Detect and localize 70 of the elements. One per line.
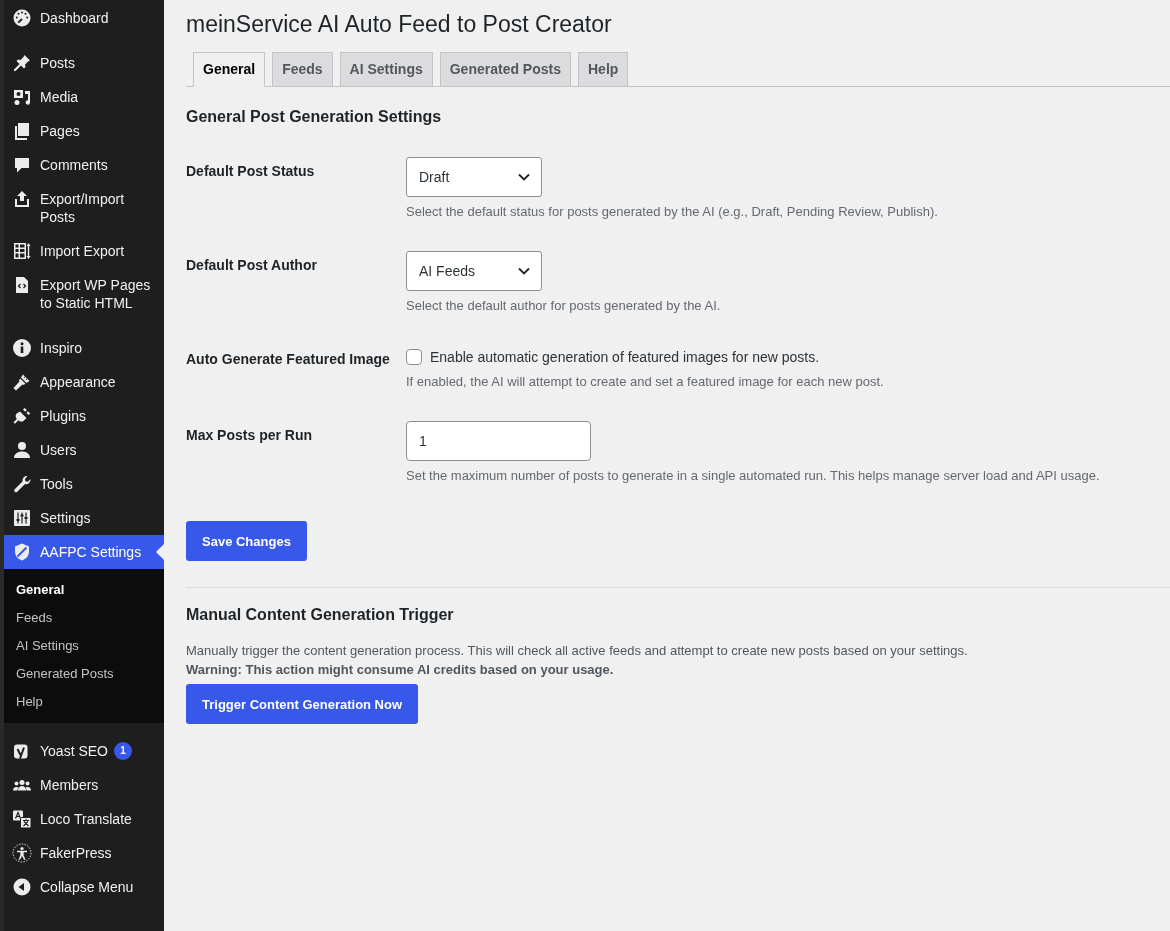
media-icon	[12, 87, 32, 107]
upload-icon	[12, 189, 32, 209]
user-icon	[12, 440, 32, 460]
tab[interactable]: General	[193, 52, 266, 87]
menu-item[interactable]: FakerPress	[4, 836, 164, 870]
gauge-icon	[12, 8, 32, 28]
dropdown[interactable]: AI Feeds	[406, 251, 542, 291]
checkbox-label[interactable]: Enable automatic generation of featured images for new posts.	[430, 348, 820, 366]
field-label: Auto Generate Featured Image	[186, 350, 391, 369]
trigger-generation-button[interactable]: Trigger Content Generation Now	[186, 684, 419, 724]
field-label: Default Post Author	[186, 256, 318, 275]
menu-item[interactable]: Inspiro	[4, 331, 164, 365]
dropdown[interactable]: Draft	[406, 157, 542, 197]
menu-item[interactable]: Members	[4, 768, 164, 802]
accessibility-icon	[12, 843, 32, 863]
paintbrush-icon	[12, 372, 32, 392]
tab[interactable]: Feeds	[272, 52, 333, 87]
menu-item[interactable]: Export WP Pages to Static HTML	[4, 268, 164, 320]
menu-item[interactable]: Yoast SEO 1	[4, 734, 164, 768]
chevron-down-icon	[518, 267, 530, 275]
info-icon	[12, 338, 32, 358]
field-description: If enabled, the AI will attempt to create and set a featured image for each new post.	[406, 373, 885, 391]
menu-item[interactable]: Posts	[4, 46, 164, 80]
menu-item[interactable]: Export/Import Posts	[4, 182, 164, 234]
menu-item[interactable]: Appearance	[4, 365, 164, 399]
menu-item[interactable]: Pages	[4, 114, 164, 148]
page-title: meinService AI Auto Feed to Post Creator	[186, 10, 613, 39]
field-description: Select the default status for posts generated by the AI (e.g., Draft, Pending Review, Publish).	[406, 203, 939, 221]
field-label: Max Posts per Run	[186, 426, 314, 445]
menu-item[interactable]: AAFPC Settings	[4, 535, 164, 569]
tab[interactable]: Generated Posts	[439, 52, 571, 87]
pages-icon	[12, 121, 32, 141]
checkbox[interactable]	[406, 349, 422, 365]
menu-item[interactable]: Import Export	[4, 234, 164, 268]
submenu-item[interactable]: Help	[4, 688, 164, 716]
menu-item[interactable]: Tools	[4, 467, 164, 501]
section-heading: General Post Generation Settings	[186, 107, 443, 127]
submenu-item[interactable]: Generated Posts	[4, 660, 164, 688]
menu-item[interactable]: Comments	[4, 148, 164, 182]
section-heading: Manual Content Generation Trigger	[186, 605, 455, 625]
shield-icon	[12, 542, 32, 562]
submenu-item[interactable]: Feeds	[4, 604, 164, 632]
sliders-icon	[12, 508, 32, 528]
menu-item[interactable]: Loco Translate	[4, 802, 164, 836]
tab[interactable]: AI Settings	[339, 52, 433, 87]
field-description: Select the default author for posts generated by the AI.	[406, 297, 722, 315]
menu-item[interactable]: Users	[4, 433, 164, 467]
field-label: Default Post Status	[186, 162, 316, 181]
save-changes-button[interactable]: Save Changes	[186, 521, 307, 561]
table-icon	[12, 241, 32, 261]
field-description: Set the maximum number of posts to generate in a single automated run. This helps manage server load and API usage.	[406, 467, 1101, 485]
description-text: Manually trigger the content generation process. This will check all active feeds and attempt to create new posts based on your settings.	[186, 642, 969, 660]
plug-icon	[12, 406, 32, 426]
warning-text: Warning: This action might consume AI credits based on your usage.	[186, 661, 615, 679]
pushpin-icon	[12, 53, 32, 73]
collapse-menu-button[interactable]: Collapse Menu	[4, 870, 164, 904]
tab[interactable]: Help	[578, 52, 629, 87]
submenu-item[interactable]: General	[4, 576, 164, 604]
wrench-icon	[12, 474, 32, 494]
speech-bubble-icon	[12, 155, 32, 175]
number-field[interactable]: 1	[406, 421, 591, 461]
menu-item[interactable]: Plugins	[4, 399, 164, 433]
menu-item[interactable]: Settings	[4, 501, 164, 535]
submenu-item[interactable]: AI Settings	[4, 632, 164, 660]
menu-item[interactable]: Media	[4, 80, 164, 114]
triangle-pointer-icon	[156, 544, 164, 560]
translate-icon	[12, 809, 32, 829]
chevron-down-icon	[518, 173, 530, 181]
notification-badge: 1	[114, 742, 132, 760]
menu-item[interactable]: Dashboard	[4, 1, 164, 35]
